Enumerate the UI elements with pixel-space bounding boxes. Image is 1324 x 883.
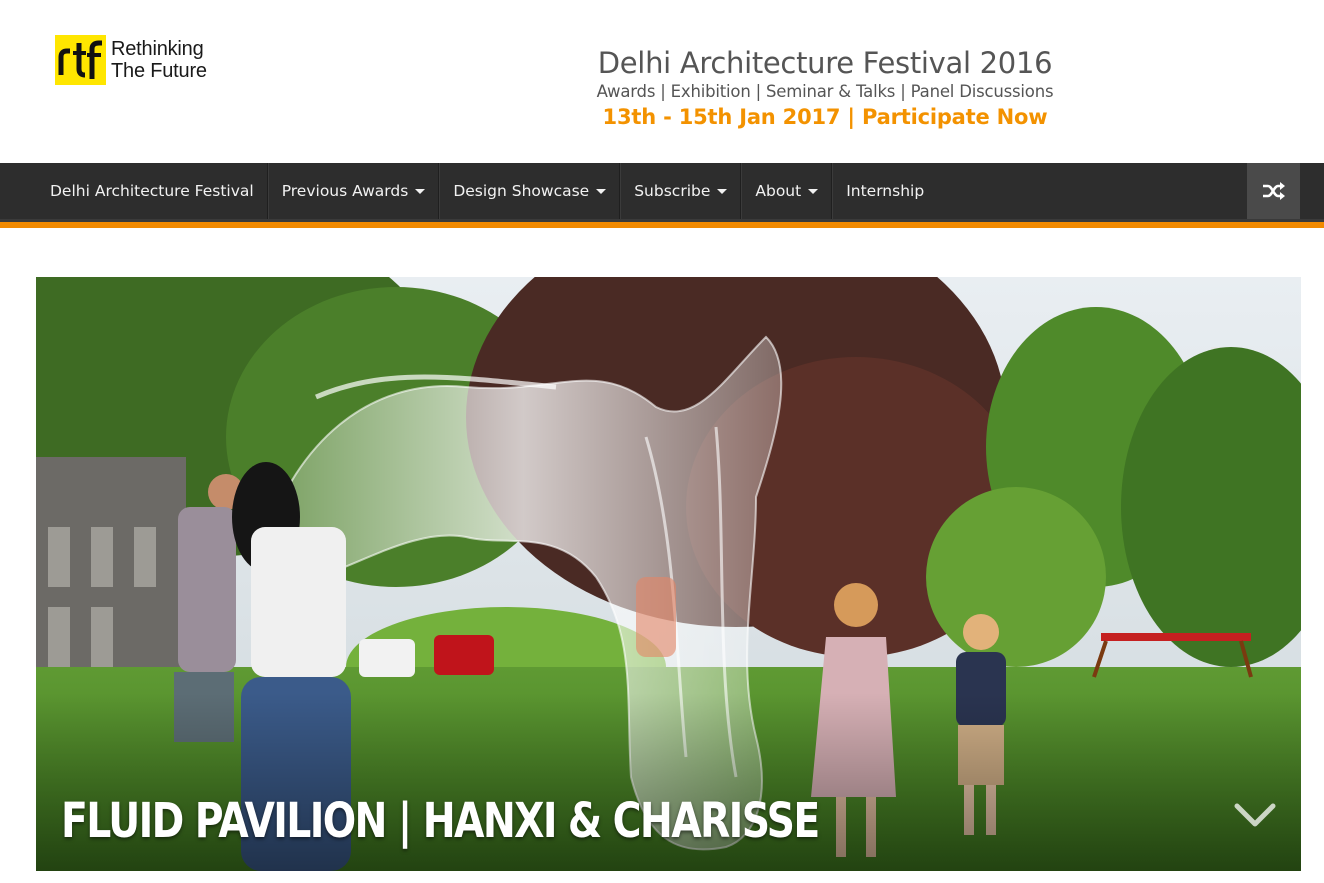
banner-title: Delhi Architecture Festival 2016 [597,46,1053,80]
banner-date-cta: 13th - 15th Jan 2017 | Participate Now [602,105,1048,129]
nav-item-previous-awards[interactable]: Previous Awards [267,163,440,219]
site-header: Rethinking The Future Delhi Architecture… [0,0,1324,163]
chevron-down-icon[interactable] [1233,798,1277,832]
banner-subtitle: Awards | Exhibition | Seminar & Talks | … [596,82,1054,101]
caret-down-icon [717,188,728,194]
site-logo[interactable]: Rethinking The Future [55,35,207,85]
featured-post[interactable]: FLUID PAVILION | HANXI & CHARISSE [36,277,1301,871]
logo-line-2: The Future [111,60,207,82]
logo-text: Rethinking The Future [111,38,207,82]
festival-banner[interactable]: Delhi Architecture Festival 2016 Awards … [560,44,1090,132]
nav-menu: Delhi Architecture Festival Previous Awa… [37,163,937,219]
nav-item-internship[interactable]: Internship [832,163,937,219]
nav-item-label: Delhi Architecture Festival [50,182,254,200]
nav-item-label: Design Showcase [453,182,590,200]
caret-down-icon [415,188,426,194]
shuffle-icon [1262,182,1285,200]
nav-item-subscribe[interactable]: Subscribe [620,163,742,219]
nav-accent-bar [0,222,1324,228]
caret-down-icon [596,188,607,194]
nav-item-label: Previous Awards [281,182,409,200]
nav-item-delhi-architecture-festival[interactable]: Delhi Architecture Festival [37,163,268,219]
logo-line-1: Rethinking [111,38,204,60]
logo-mark-icon [55,35,106,85]
caret-down-icon [808,188,819,194]
nav-item-design-showcase[interactable]: Design Showcase [439,163,621,219]
nav-item-label: Internship [846,182,925,200]
featured-title[interactable]: FLUID PAVILION | HANXI & CHARISSE [61,793,820,849]
nav-item-about[interactable]: About [741,163,833,219]
random-post-button[interactable] [1247,163,1300,219]
nav-item-label: Subscribe [634,182,711,200]
featured-image [36,277,1301,871]
main-navigation: Delhi Architecture Festival Previous Awa… [0,163,1324,219]
nav-item-label: About [755,182,802,200]
